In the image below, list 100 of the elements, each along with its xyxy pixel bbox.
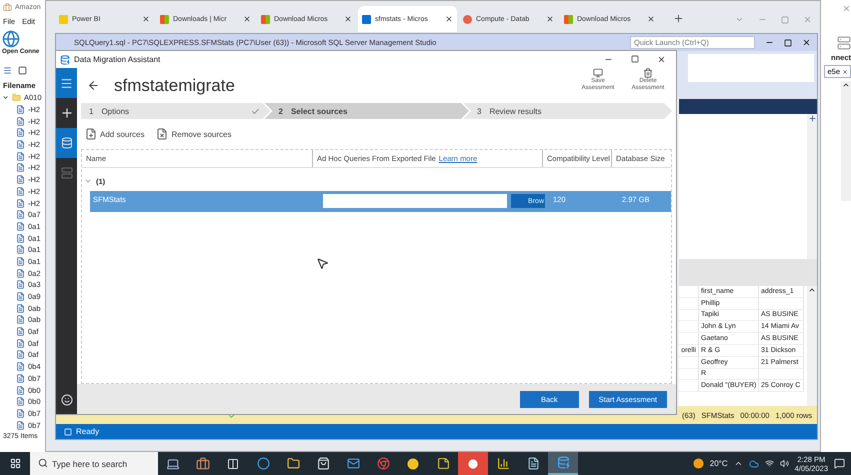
file-icon: [16, 362, 25, 372]
toolbar-button[interactable]: Remove sources: [156, 128, 232, 140]
migration-icon: [556, 456, 570, 469]
table-cell: [679, 286, 699, 298]
search-field[interactable]: Type here to search: [30, 452, 158, 475]
file-icon: [16, 116, 25, 126]
file-icon: [16, 350, 25, 360]
file-icon: [16, 304, 25, 313]
server-icon: [60, 167, 72, 179]
volume-icon[interactable]: [780, 459, 789, 468]
file-icon: [16, 420, 25, 430]
file-icon: [16, 374, 25, 383]
file-icon: [16, 198, 25, 208]
status-icon: [64, 428, 72, 436]
chart-icon: [59, 14, 68, 24]
save-icon[interactable]: [18, 66, 27, 74]
wizard-step[interactable]: 3 Review results: [462, 103, 672, 119]
globe-icon[interactable]: [2, 30, 20, 48]
close-icon[interactable]: [243, 15, 251, 23]
chevron-icon[interactable]: [734, 459, 743, 468]
table-cell: [679, 310, 699, 322]
file-icon: [16, 186, 25, 196]
window-title: Data Migration Assistant: [74, 55, 160, 64]
expand-icon[interactable]: [84, 177, 92, 185]
toolbar-button[interactable]: Add sources: [85, 128, 144, 140]
file-icon: [16, 128, 25, 138]
scrollbar[interactable]: [807, 286, 817, 406]
plus-icon[interactable]: [808, 114, 816, 123]
file-icon: [16, 315, 25, 324]
search-icon: [38, 458, 48, 468]
maximize-icon[interactable]: [784, 38, 792, 46]
file-icon: [16, 210, 25, 220]
mail-icon: [346, 457, 360, 470]
note-icon: [436, 457, 450, 470]
check-icon: [251, 106, 260, 116]
close-icon[interactable]: [802, 38, 811, 47]
bag-icon: [316, 457, 330, 470]
scrollbar[interactable]: [807, 114, 817, 259]
close-icon[interactable]: [647, 15, 655, 23]
table-cell: [679, 298, 699, 310]
table-cell: [679, 356, 699, 369]
squares-icon: [160, 14, 169, 24]
file-icon: [16, 105, 25, 114]
record-icon: [468, 458, 478, 468]
menu-icon: [60, 76, 73, 90]
file-icon: [16, 292, 25, 302]
network-icon[interactable]: [764, 459, 774, 468]
notepad-icon: [526, 457, 540, 470]
close-icon[interactable]: [842, 68, 848, 74]
stack-icon: [463, 14, 472, 24]
scrollbar[interactable]: [841, 81, 851, 201]
file-icon: [16, 234, 25, 243]
app-icon: [60, 54, 70, 64]
close-icon[interactable]: [344, 15, 352, 23]
file-icon: [16, 256, 25, 266]
scroll-up-icon[interactable]: [808, 286, 816, 294]
table-cell: [679, 333, 699, 345]
windows-icon: [10, 458, 20, 469]
notification-icon[interactable]: [834, 458, 845, 469]
tree-view-icon[interactable]: [3, 66, 12, 74]
add-file-icon: [85, 128, 97, 140]
scroll-up-icon[interactable]: [842, 81, 850, 89]
file-icon: [16, 152, 25, 161]
file-icon: [16, 268, 25, 278]
folder-icon: [286, 457, 300, 470]
new-tab-icon[interactable]: [673, 13, 684, 24]
file-icon: [16, 327, 25, 336]
browser-icon: [256, 457, 270, 470]
app-icon: [3, 2, 12, 12]
file-icon: [16, 175, 25, 184]
close-icon[interactable]: [657, 55, 666, 64]
table-cell: [679, 321, 699, 334]
table-cell: [679, 368, 699, 380]
back-arrow-icon[interactable]: [87, 79, 100, 92]
close-icon[interactable]: [546, 15, 554, 23]
chrome-icon: [376, 457, 390, 470]
smiley-icon: [60, 394, 72, 406]
wizard-step[interactable]: 2 Select sources: [264, 103, 469, 119]
toolbar-field[interactable]: [688, 54, 814, 82]
project-title: sfmstatemigrate: [114, 76, 235, 96]
file-icon: [16, 397, 25, 406]
monitor-icon: [593, 68, 603, 78]
table-cell: [759, 368, 804, 380]
mouse-cursor-icon: [316, 257, 329, 270]
squares-icon: [261, 14, 270, 24]
menu-button[interactable]: [56, 68, 77, 98]
close-icon[interactable]: [445, 15, 453, 23]
close-icon[interactable]: [142, 15, 150, 23]
maximize-icon[interactable]: [631, 55, 639, 63]
file-icon: [16, 408, 25, 418]
cloud-icon[interactable]: [748, 458, 759, 468]
server-icon[interactable]: [837, 36, 851, 50]
chevron-icon[interactable]: [2, 94, 9, 102]
temperature: 20°C: [710, 459, 728, 468]
file-path-field[interactable]: [323, 194, 507, 208]
wizard-step[interactable]: 1 Options: [81, 103, 270, 119]
file-icon: [16, 338, 25, 348]
assessment-nav-item[interactable]: [56, 128, 77, 158]
table-cell: [679, 380, 699, 392]
chart-icon: [496, 457, 510, 470]
